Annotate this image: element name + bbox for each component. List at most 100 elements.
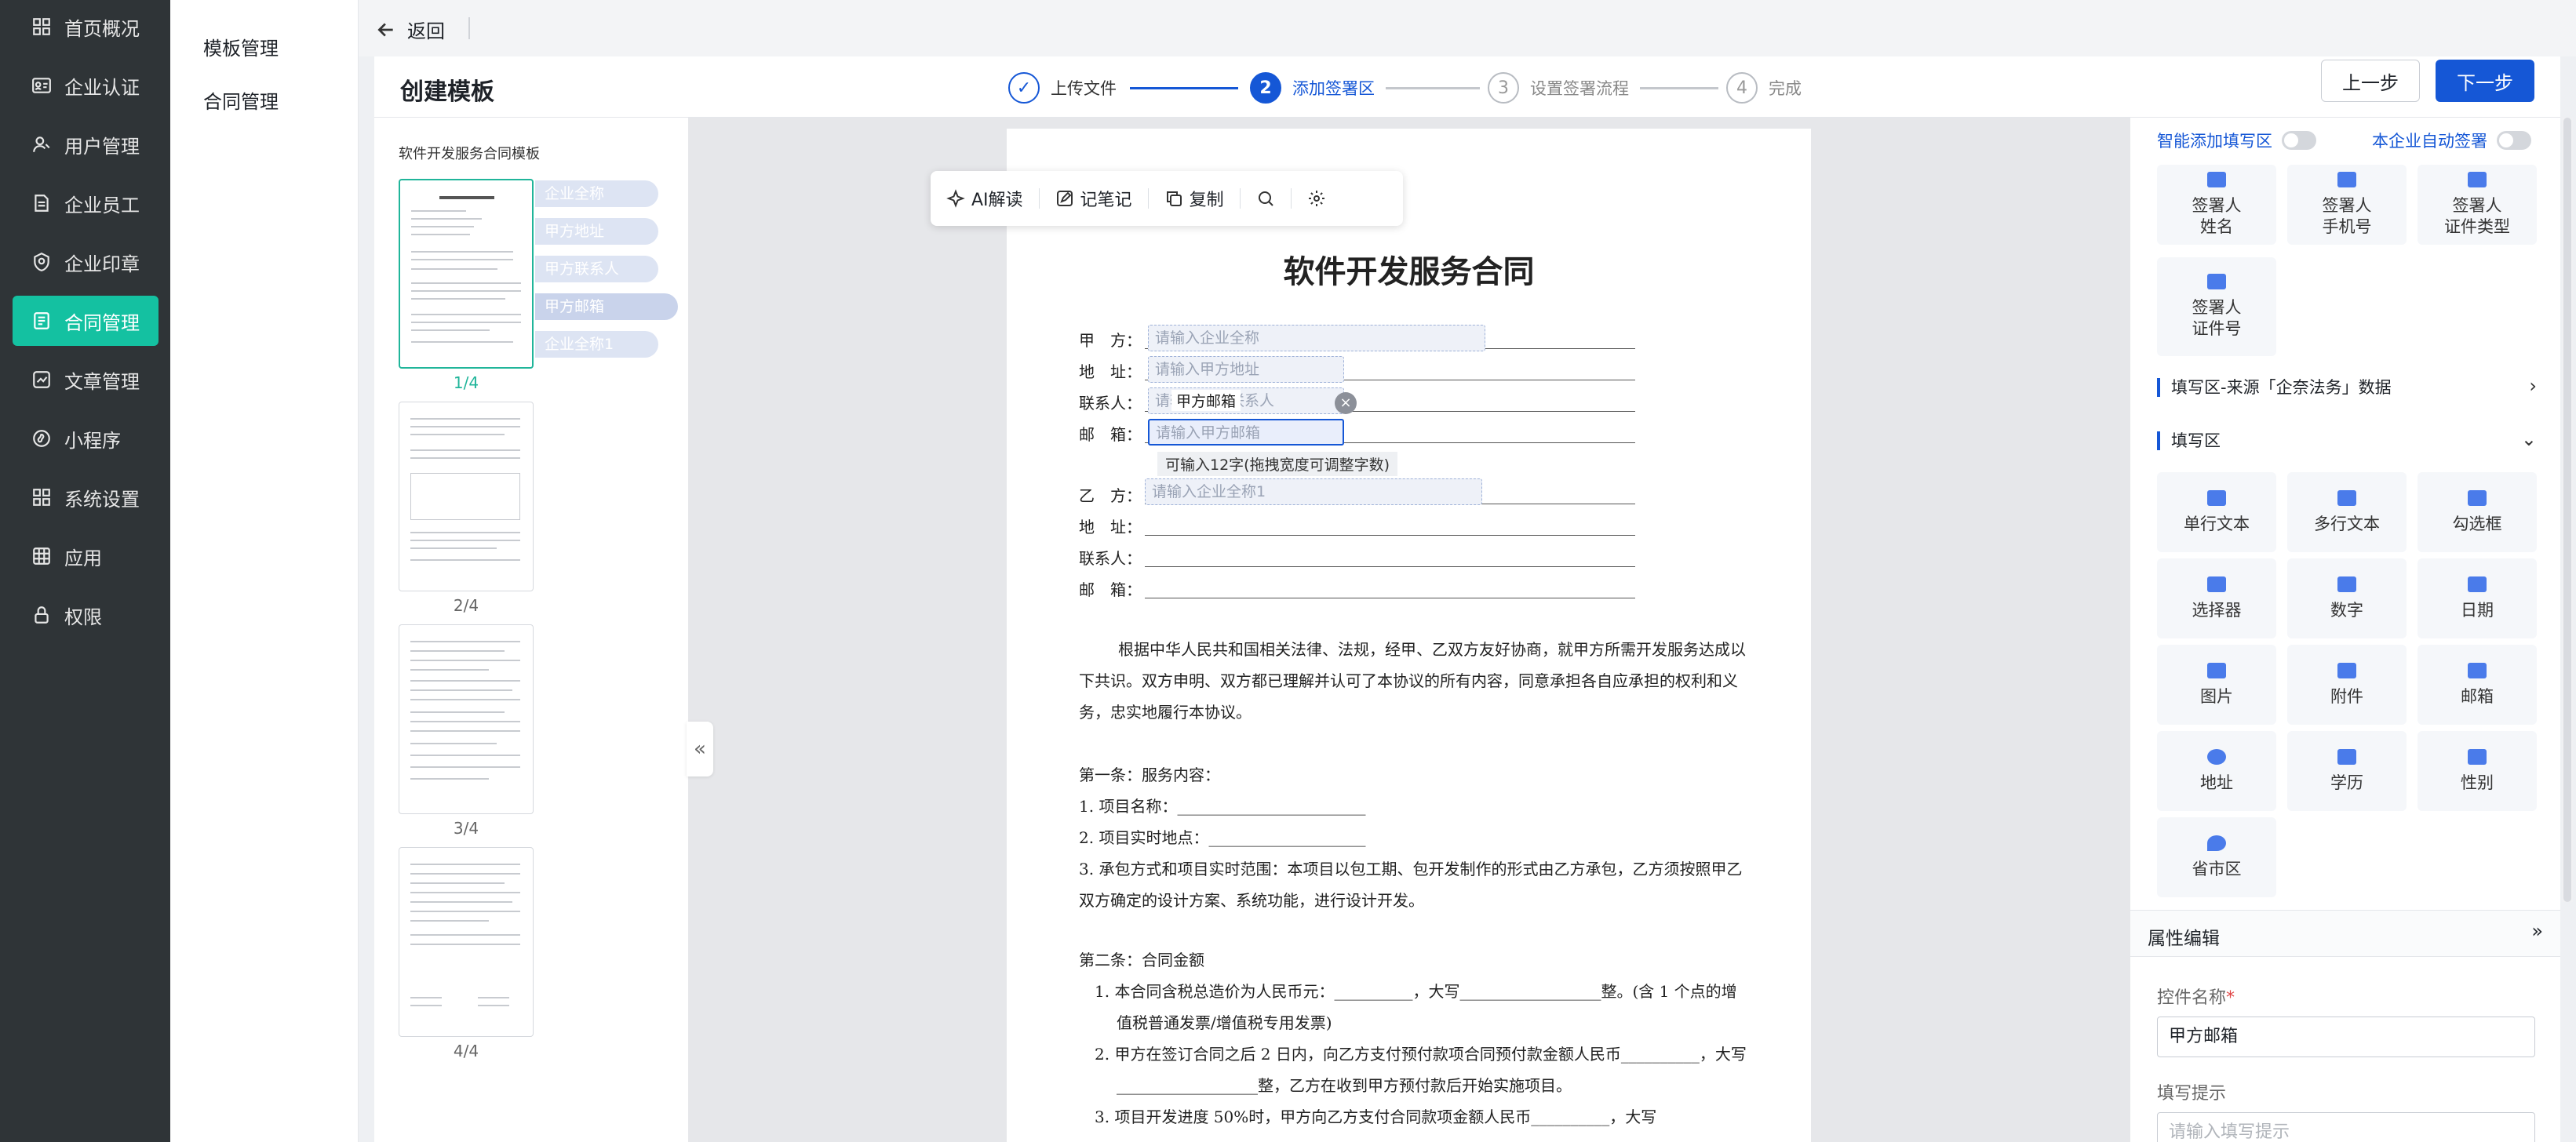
sidebar-item-contracts[interactable]: 合同管理 <box>13 296 158 346</box>
page-number: 1/4 <box>453 373 479 392</box>
control-label: 证件类型 <box>2444 217 2510 236</box>
field-tag[interactable]: 企业全称 <box>535 180 658 207</box>
control-number[interactable]: 数字 <box>2287 558 2407 638</box>
control-label: 省市区 <box>2192 859 2242 878</box>
control-date[interactable]: 日期 <box>2418 558 2537 638</box>
section-fill-area[interactable]: 填写区 <box>2157 431 2221 450</box>
control-selector[interactable]: 选择器 <box>2157 558 2276 638</box>
page-thumbnail[interactable] <box>399 624 534 814</box>
page-thumbnail[interactable] <box>399 179 534 369</box>
take-note-button[interactable]: 记笔记 <box>1040 186 1148 211</box>
control-label: 签署人 <box>2322 196 2372 215</box>
step-sign-flow: 3 设置签署流程 <box>1488 72 1629 104</box>
auto-sign-toggle[interactable] <box>2497 131 2531 150</box>
step-number: 2 <box>1250 72 1281 104</box>
back-button[interactable]: 返回 <box>376 16 445 43</box>
submenu-item-contracts[interactable]: 合同管理 <box>203 86 279 114</box>
ai-interpret-button[interactable]: AI解读 <box>931 186 1039 211</box>
field-tag[interactable]: 甲方联系人 <box>535 256 658 282</box>
sidebar-item-articles[interactable]: 文章管理 <box>13 355 158 405</box>
chevron-right-icon[interactable]: › <box>2529 375 2537 397</box>
settings-button[interactable] <box>1292 189 1342 208</box>
sidebar-item-enterprise-auth[interactable]: 企业认证 <box>13 60 158 111</box>
sidebar-item-label: 小程序 <box>64 429 121 452</box>
control-label: 姓名 <box>2200 217 2233 236</box>
control-label: 图片 <box>2200 686 2233 706</box>
control-province-city[interactable]: 省市区 <box>2157 817 2276 897</box>
collapse-thumbnails-button[interactable]: « <box>687 722 713 776</box>
control-label: 性别 <box>2461 773 2494 792</box>
section-data-source[interactable]: 填写区-来源「企奈法务」数据 <box>2157 378 2392 397</box>
sidebar-item-permissions[interactable]: 权限 <box>13 590 158 640</box>
step-add-sign-area: 2 添加签署区 <box>1250 72 1375 104</box>
page-header: 创建模板 ✓ 上传文件 2 添加签署区 3 设置签署流程 4 完成 上一步 下一… <box>374 56 2560 118</box>
control-signer-name[interactable]: 签署人 姓名 <box>2157 165 2276 245</box>
control-signer-id-type[interactable]: 签署人 证件类型 <box>2418 165 2537 245</box>
control-multi-line-text[interactable]: 多行文本 <box>2287 472 2407 552</box>
control-name-input[interactable]: 甲方邮箱 <box>2157 1017 2535 1057</box>
section-2-item: 1. 本合同含税总造价为人民币元：__________，大写__________… <box>1095 982 1737 1032</box>
sidebar-item-employees[interactable]: 企业员工 <box>13 178 158 228</box>
back-bar: 返回 <box>359 0 2576 56</box>
control-single-line-text[interactable]: 单行文本 <box>2157 472 2276 552</box>
sidebar-item-label: 权限 <box>64 606 102 628</box>
control-checkbox[interactable]: 勾选框 <box>2418 472 2537 552</box>
copy-button[interactable]: 复制 <box>1149 186 1240 211</box>
control-gender[interactable]: 性别 <box>2418 731 2537 811</box>
sidebar-item-system-settings[interactable]: 系统设置 <box>13 472 158 522</box>
control-email[interactable]: 邮箱 <box>2418 645 2537 725</box>
sidebar-item-miniapp[interactable]: 小程序 <box>13 413 158 464</box>
control-signer-id-number[interactable]: 签署人 证件号 <box>2157 257 2276 356</box>
page-number: 3/4 <box>453 819 479 838</box>
sidebar-item-label: 用户管理 <box>64 135 140 158</box>
step-label: 设置签署流程 <box>1530 79 1629 98</box>
control-address[interactable]: 地址 <box>2157 731 2276 811</box>
field-tag[interactable]: 甲方邮箱 <box>535 293 678 320</box>
step-label: 添加签署区 <box>1292 79 1375 98</box>
close-icon[interactable]: × <box>1335 392 1357 414</box>
page-thumbnail[interactable] <box>399 402 534 591</box>
miniapp-icon <box>30 427 53 450</box>
property-editor-header[interactable]: 属性编辑 » <box>2130 910 2560 957</box>
graduation-cap-icon <box>2337 748 2356 765</box>
prev-step-button[interactable]: 上一步 <box>2321 60 2420 102</box>
control-education[interactable]: 学历 <box>2287 731 2407 811</box>
gear-icon <box>1308 191 1324 206</box>
control-label: 日期 <box>2461 600 2494 620</box>
submenu-item-templates[interactable]: 模板管理 <box>203 33 279 60</box>
next-step-button[interactable]: 下一步 <box>2436 60 2534 102</box>
document-title: 软件开发服务合同 <box>1283 254 1535 290</box>
sidebar-item-seals[interactable]: 企业印章 <box>13 237 158 287</box>
phone-icon <box>2337 172 2356 187</box>
fill-hint-input[interactable]: 请输入填写提示 <box>2157 1112 2535 1142</box>
sign-field-company-name-1[interactable]: 请输入企业全称1 <box>1145 478 1482 505</box>
control-image[interactable]: 图片 <box>2157 645 2276 725</box>
sidebar-item-users[interactable]: 用户管理 <box>13 119 158 169</box>
document-canvas[interactable]: « 软件开发服务合同 甲 方： 地 址： 联系人： 邮 箱： 请输入企业全称 请… <box>687 118 2130 1142</box>
controls-panel: 智能添加填写区 本企业自动签署 签署人 姓名 签署人 手机号 签署人 证件类型 … <box>2130 118 2560 1142</box>
control-attachment[interactable]: 附件 <box>2287 645 2407 725</box>
user-icon <box>30 133 53 156</box>
search-icon <box>1258 191 1273 206</box>
chevron-double-down-icon[interactable]: » <box>2531 920 2543 942</box>
sign-field-party-a-address[interactable]: 请输入甲方地址 <box>1148 356 1344 383</box>
search-button[interactable] <box>1241 189 1291 208</box>
control-label: 手机号 <box>2322 217 2372 236</box>
sidebar-item-apps[interactable]: 应用 <box>13 531 158 581</box>
page-number: 4/4 <box>453 1042 479 1060</box>
chevron-down-icon[interactable]: ⌄ <box>2521 428 2537 450</box>
sign-field-party-a-email[interactable]: 请输入甲方邮箱 <box>1148 419 1344 446</box>
step-number: 4 <box>1726 72 1758 104</box>
scrollbar-thumb[interactable] <box>2563 118 2571 902</box>
sidebar-item-dashboard[interactable]: 首页概况 <box>13 2 158 52</box>
smart-add-toggle[interactable] <box>2282 131 2316 150</box>
contract-icon <box>30 309 53 333</box>
edit-note-icon <box>1056 191 1073 206</box>
page-thumbnail[interactable] <box>399 847 534 1037</box>
textarea-icon <box>2337 489 2356 506</box>
control-signer-phone[interactable]: 签署人 手机号 <box>2287 165 2407 245</box>
field-tag[interactable]: 甲方地址 <box>535 218 658 245</box>
sign-field-company-name[interactable]: 请输入企业全称 <box>1148 325 1485 351</box>
field-tag[interactable]: 企业全称1 <box>535 331 658 358</box>
number-icon <box>2337 576 2356 592</box>
